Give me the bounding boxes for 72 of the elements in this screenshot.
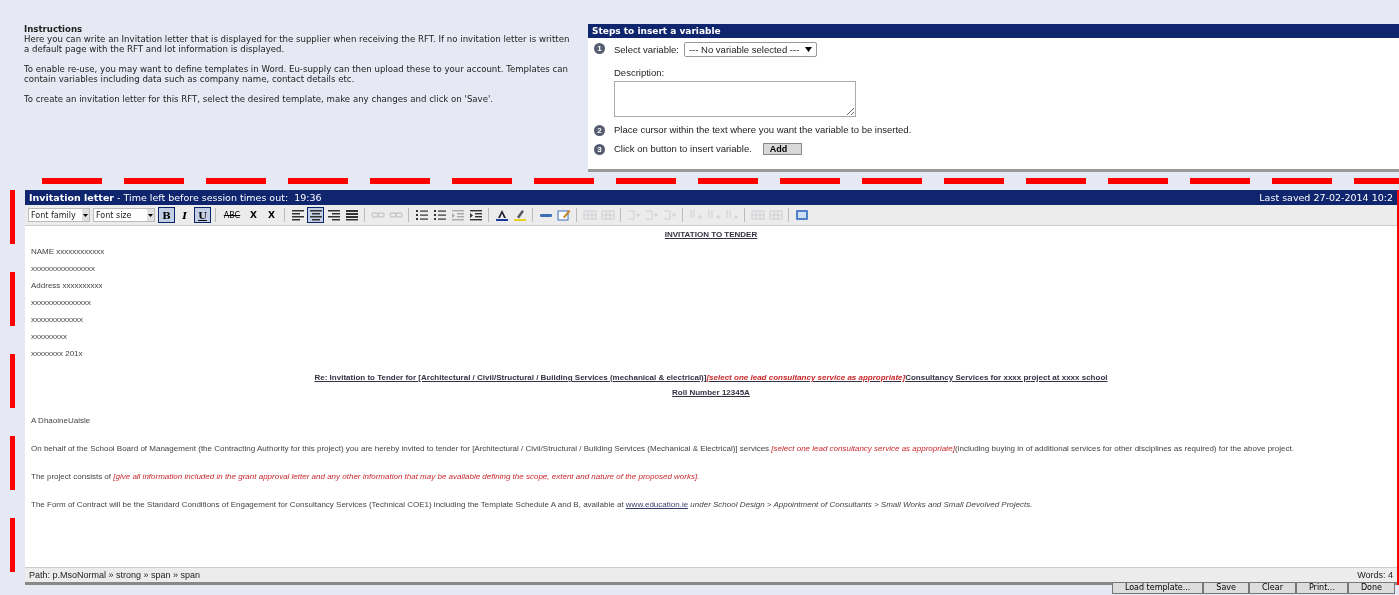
panel-header: Steps to insert a variable: [588, 24, 1399, 38]
select-label: Select variable:: [614, 44, 679, 55]
indent-icon: [468, 209, 483, 221]
document-paragraph: Re: Invitation to Tender for [Architectural / Civil/Structural / Building Services (mechanical & electrical)][select one lead consultancy service as appropriate]Consultancy Services for xxxx project at xxxx school: [313, 373, 1109, 383]
italic-button[interactable]: I: [176, 207, 193, 223]
align-left-button[interactable]: [289, 207, 306, 223]
editor-title: Invitation letter: [29, 192, 114, 203]
action-button[interactable]: Save: [1203, 582, 1249, 594]
document-paragraph: A DhaoineUaisle: [31, 416, 92, 426]
document-paragraph: xxxxxxxx 201x: [31, 349, 84, 359]
caret-icon: [805, 47, 813, 52]
document-paragraph: xxxxxxxxxxxxx: [31, 315, 84, 325]
unlink-icon: [388, 209, 403, 221]
highlight-button[interactable]: [511, 207, 528, 223]
description-label: Description:: [614, 67, 666, 78]
document-paragraph: Address xxxxxxxxxx: [31, 281, 104, 291]
bullet-list-icon: [432, 209, 447, 221]
edit-button[interactable]: [555, 207, 572, 223]
instructions-text: To create an invitation letter for this RFT, select the desired template, make any changes and click on 'Save'.: [24, 94, 495, 104]
caret-icon: [83, 213, 88, 217]
document-paragraph: The Form of Contract will be the Standard Conditions of Engagement for Consultancy Services (Technical COE1) including the Template Schedule A and B, available at www.education.ie under School Design > Appointment of Consultants > Small Works and Small Devolved Projects.: [31, 500, 1034, 510]
justify-button[interactable]: [343, 207, 360, 223]
instructions-title: Instructions: [24, 24, 84, 34]
numbered-list-button[interactable]: [413, 207, 430, 223]
edit-icon: [556, 209, 571, 221]
indent-button[interactable]: [467, 207, 484, 223]
strike-button[interactable]: ABC: [220, 207, 244, 223]
font-size-dropdown[interactable]: Font size: [93, 208, 155, 222]
document-paragraph: The project consists of [give all information included in the grant approval letter and any other information that may be available defining the scope, extent and nature of the proposed works].: [31, 472, 701, 482]
document-paragraph: Roll Number 12345A: [671, 388, 751, 398]
align-center-icon: [308, 209, 323, 221]
bold-button[interactable]: B: [158, 207, 175, 223]
step-text: Place cursor within the text where you want the variable to be inserted.: [614, 124, 912, 135]
action-button[interactable]: Print...: [1295, 582, 1348, 594]
instructions-text: Here you can write an Invitation letter that is displayed for the supplier when receiving the RFT. If no invitation letter is written a default page with the RFT and lot information is displayed.: [24, 34, 571, 54]
instructions-text: To enable re-use, you may want to define templates in Word. Eu-supply can then upload these to your account. Templates can contain variables including data such as company name, contact details etc.: [24, 64, 569, 84]
document-paragraph: On behalf of the School Board of Management (the Contracting Authority for this project) you are hereby invited to tender for [Architectural / Civil/Structural / Building Services (Mechanical & Electrical)] services [select one lead consultancy service as appropriate](including buying in of additional services for other disciplines as required) for the above project.: [31, 444, 1295, 454]
justify-icon: [344, 209, 359, 221]
step-text: Click on button to insert variable.: [614, 143, 752, 154]
word-count: Words: 4: [1357, 570, 1393, 580]
sup-button[interactable]: X: [263, 207, 280, 223]
text-color-icon: [494, 209, 509, 221]
bullet-list-button[interactable]: [431, 207, 448, 223]
description-field[interactable]: [614, 81, 856, 117]
document-paragraph: xxxxxxxxx: [31, 332, 68, 342]
add-button[interactable]: Add: [762, 143, 803, 155]
action-button[interactable]: Load template...: [1111, 582, 1204, 594]
element-path: Path: p.MsoNormal » strong » span » span: [29, 570, 201, 580]
document-paragraph: xxxxxxxxxxxxxxx: [31, 298, 92, 308]
action-button[interactable]: Done: [1347, 582, 1395, 594]
action-button[interactable]: Clear: [1249, 582, 1296, 594]
link-icon: [370, 209, 385, 221]
align-right-icon: [326, 209, 341, 221]
sub-button[interactable]: X: [245, 207, 262, 223]
numbered-list-icon: [414, 209, 429, 221]
session-timer: - Time left before session times out: 19:36: [116, 192, 322, 203]
variable-dropdown[interactable]: --- No variable selected ---: [683, 42, 818, 57]
document-paragraph: xxxxxxxxxxxxxxxx: [31, 264, 96, 274]
caret-icon: [148, 213, 153, 217]
document-paragraph: NAME xxxxxxxxxxxx: [31, 247, 106, 257]
align-right-button[interactable]: [325, 207, 342, 223]
align-left-icon: [290, 209, 305, 221]
step-number: 1: [594, 43, 605, 54]
last-saved-text: Last saved 27-02-2014 10:2: [1259, 192, 1393, 203]
document-paragraph: INVITATION TO TENDER: [663, 230, 759, 240]
font-family-dropdown[interactable]: Font family: [28, 208, 90, 222]
underline-button[interactable]: U: [194, 207, 211, 223]
step-number: 3: [594, 144, 605, 155]
highlight-icon: [512, 209, 527, 221]
step-number: 2: [594, 125, 605, 136]
align-center-button[interactable]: [307, 207, 324, 223]
outdent-icon: [450, 209, 465, 221]
